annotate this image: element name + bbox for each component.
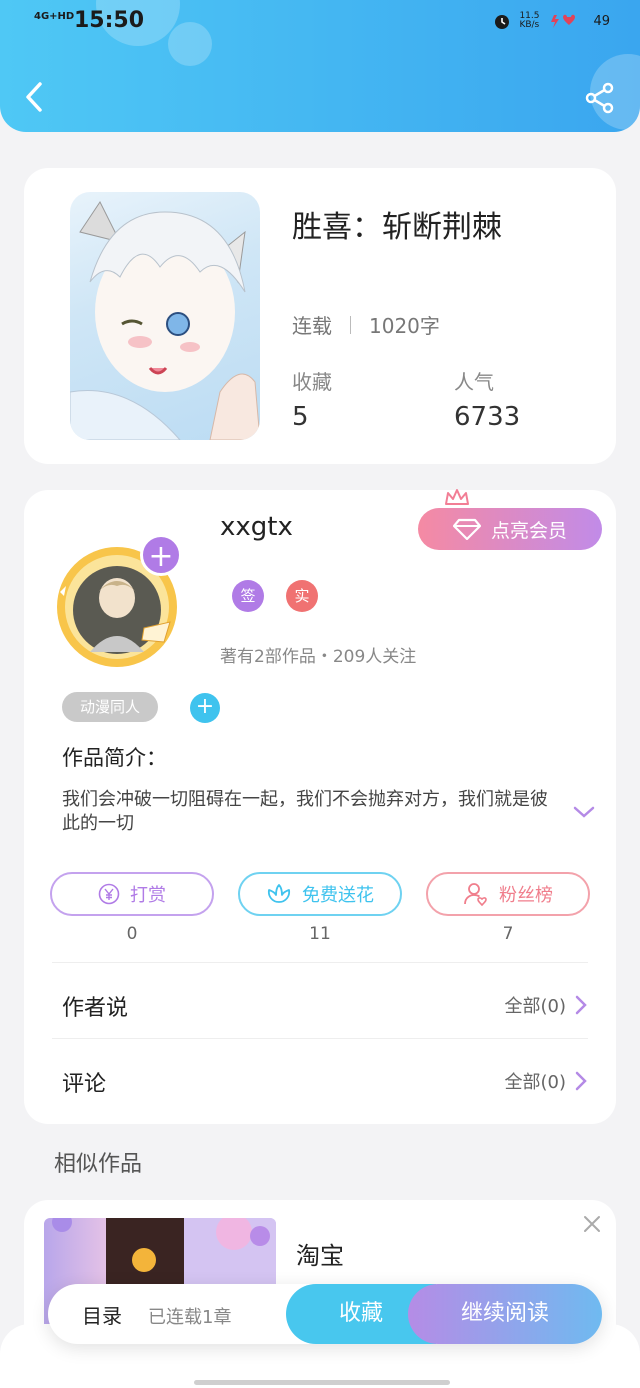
tip-count: 0 xyxy=(126,924,138,944)
chapter-count: 已连载1章 xyxy=(148,1307,232,1328)
network-speed: 11.5 KB/s xyxy=(519,11,540,30)
author-name: xxgtx xyxy=(220,512,293,542)
expand-chevron-icon[interactable] xyxy=(572,804,596,820)
similar-works-title: 相似作品 xyxy=(54,1152,143,1177)
bottom-action-bar: 目录 已连载1章 收藏 继续阅读 xyxy=(48,1284,602,1344)
alarm-icon xyxy=(495,15,510,29)
battery-icon xyxy=(551,14,576,28)
header: 4G+HD 15:50 11.5 KB/s 49 xyxy=(0,0,640,132)
author-card: + xxgtx 点亮会员 签 实 著有2部作品・209人关注 动漫同人 + 作品… xyxy=(24,489,616,1124)
fan-user-icon xyxy=(464,883,487,907)
cover-illustration xyxy=(70,201,260,440)
crown-icon xyxy=(445,489,469,505)
diamond-icon xyxy=(452,518,481,540)
vip-label: 点亮会员 xyxy=(490,519,567,542)
send-flower-button[interactable]: 免费送花 xyxy=(238,872,402,916)
author-works-info: 著有2部作品・209人关注 xyxy=(220,647,417,667)
intro-title: 作品简介： xyxy=(62,746,167,770)
vip-button[interactable]: 点亮会员 xyxy=(418,508,602,550)
fan-ranking-button[interactable]: 粉丝榜 xyxy=(426,872,590,916)
signed-badge: 签 xyxy=(232,580,264,612)
popularity-label: 人气 xyxy=(454,370,494,394)
popularity-value: 6733 xyxy=(454,402,521,432)
fan-ranking-label: 粉丝榜 xyxy=(499,885,553,906)
word-count: 1020字 xyxy=(369,314,440,338)
book-meta: 连载 1020字 xyxy=(292,310,440,339)
divider xyxy=(350,315,351,334)
comments-count: 全部(0) xyxy=(504,1072,567,1093)
chevron-right-icon xyxy=(575,995,587,1015)
tip-button[interactable]: 打赏 xyxy=(50,872,214,916)
back-button[interactable] xyxy=(20,80,48,114)
divider xyxy=(52,1038,588,1039)
follow-author-button[interactable]: + xyxy=(140,534,182,576)
author-says-label[interactable]: 作者说 xyxy=(62,990,128,1022)
book-title: 胜喜：斩断荆棘 xyxy=(292,210,502,245)
home-indicator[interactable] xyxy=(194,1380,450,1385)
battery-level: 49 xyxy=(593,13,610,29)
favorites-value: 5 xyxy=(292,402,309,432)
similar-work-name: 淘宝 xyxy=(296,1242,344,1270)
fan-count: 7 xyxy=(502,924,514,944)
clock: 15:50 xyxy=(74,8,145,33)
intro-text: 我们会冲破一切阻碍在一起，我们不会抛弃对方，我们就是彼此的一切 xyxy=(62,789,548,834)
close-icon[interactable] xyxy=(582,1214,602,1234)
table-of-contents-button[interactable]: 目录 xyxy=(82,1300,122,1329)
chevron-right-icon xyxy=(575,1071,587,1091)
divider xyxy=(52,962,588,963)
status-icons: 11.5 KB/s 49 xyxy=(493,12,610,30)
book-info-card: 胜喜：斩断荆棘 连载 1020字 收藏 5 人气 6733 xyxy=(24,168,616,464)
comments-all-link[interactable]: 全部(0) xyxy=(505,1068,589,1094)
favorites-label: 收藏 xyxy=(292,370,332,394)
network-indicator: 4G+HD xyxy=(34,11,75,22)
flower-icon xyxy=(267,884,291,903)
add-tag-button[interactable]: + xyxy=(190,693,220,723)
book-cover-image[interactable] xyxy=(70,192,260,440)
send-flower-label: 免费送花 xyxy=(302,885,374,906)
tip-label: 打赏 xyxy=(130,885,166,906)
serial-status: 连载 xyxy=(292,314,332,338)
verified-badge: 实 xyxy=(286,580,318,612)
genre-tag[interactable]: 动漫同人 xyxy=(62,692,158,722)
status-bar: 4G+HD 15:50 11.5 KB/s 49 xyxy=(34,8,610,38)
continue-reading-button[interactable]: 继续阅读 xyxy=(408,1284,602,1344)
author-says-count: 全部(0) xyxy=(504,996,567,1017)
comments-label[interactable]: 评论 xyxy=(62,1066,106,1098)
yen-coin-icon xyxy=(98,883,120,905)
share-button[interactable] xyxy=(584,82,616,114)
author-says-all-link[interactable]: 全部(0) xyxy=(505,992,589,1018)
flower-count: 11 xyxy=(309,924,331,944)
